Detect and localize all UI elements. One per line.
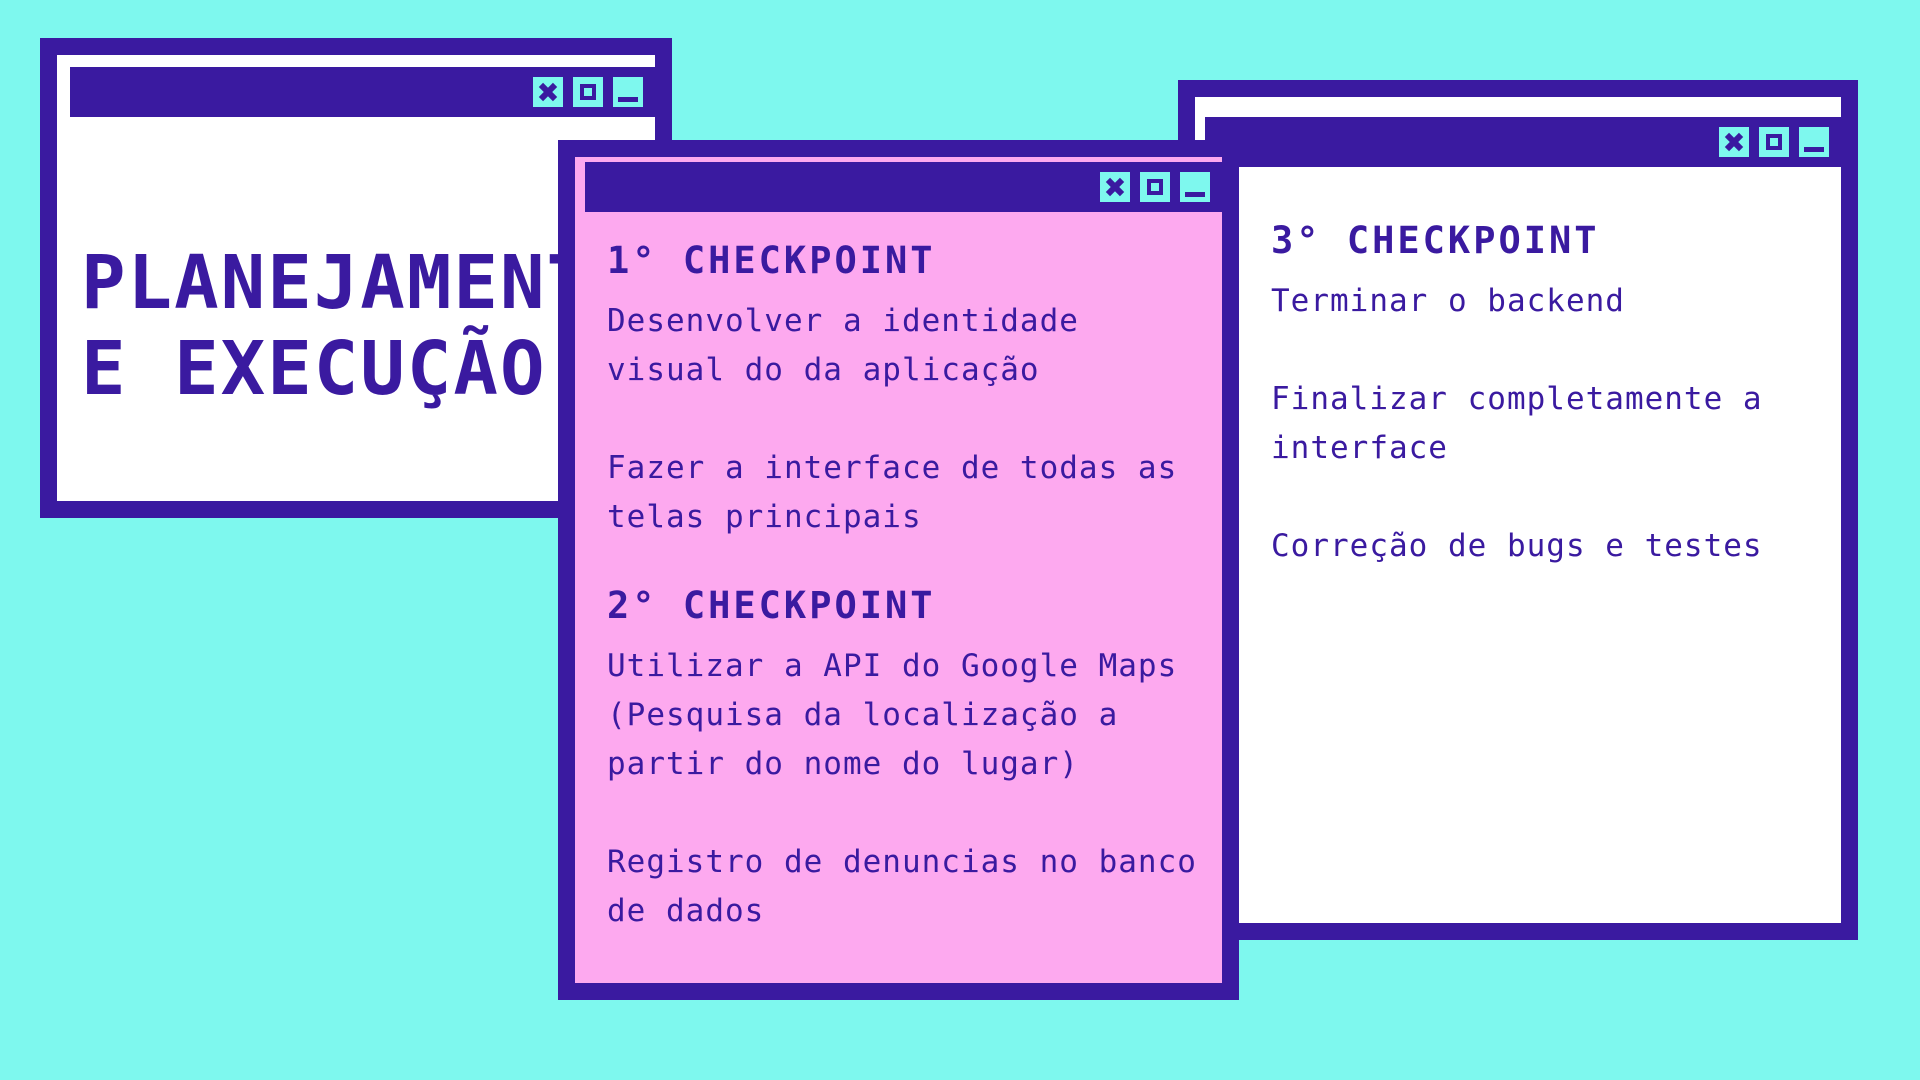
window-controls [1100,172,1210,202]
checkpoint-2-heading: 2° CHECKPOINT [607,584,936,627]
page-title: PLANEJAMENTO E EXECUÇÃO [81,240,640,412]
checkpoint-1-item-1: Desenvolver a identidade visual do da ap… [607,303,1079,388]
checkpoint-2-section: 2° CHECKPOINT Utilizar a API do Google M… [607,582,1197,936]
checkpoint-2-item-1: Utilizar a API do Google Maps (Pesquisa … [607,648,1178,782]
page-title-line-2: E EXECUÇÃO [81,326,547,412]
close-icon[interactable] [1719,127,1749,157]
checkpoints-window: 1° CHECKPOINT Desenvolver a identidade v… [558,140,1239,1000]
title-window-titlebar[interactable] [70,67,655,117]
minimize-icon[interactable] [1799,127,1829,157]
minimize-icon[interactable] [1180,172,1210,202]
checkpoint-3-titlebar[interactable] [1205,117,1841,167]
close-icon[interactable] [1100,172,1130,202]
page-title-line-1: PLANEJAMENTO [81,240,640,326]
window-controls [533,77,643,107]
checkpoint-1-heading: 1° CHECKPOINT [607,239,936,282]
maximize-icon[interactable] [573,77,603,107]
checkpoint-3-heading: 3° CHECKPOINT [1271,219,1600,262]
checkpoint-1-section: 1° CHECKPOINT Desenvolver a identidade v… [607,237,1197,542]
checkpoint-3-item-1: Terminar o backend [1271,283,1625,319]
checkpoint-3-item-3: Correção de bugs e testes [1271,528,1763,564]
checkpoint-1-item-2: Fazer a interface de todas as telas prin… [607,450,1178,535]
maximize-icon[interactable] [1759,127,1789,157]
maximize-icon[interactable] [1140,172,1170,202]
checkpoints-content: 1° CHECKPOINT Desenvolver a identidade v… [607,237,1197,976]
checkpoint-2-item-2: Registro de denuncias no banco de dados [607,844,1197,929]
checkpoint-3-content: 3° CHECKPOINT Terminar o backend Finaliz… [1271,217,1831,620]
checkpoint-3-window: 3° CHECKPOINT Terminar o backend Finaliz… [1178,80,1858,940]
window-controls [1719,127,1829,157]
checkpoints-titlebar[interactable] [585,162,1222,212]
close-icon[interactable] [533,77,563,107]
checkpoint-3-item-2: Finalizar completamente a interface [1271,381,1763,466]
minimize-icon[interactable] [613,77,643,107]
